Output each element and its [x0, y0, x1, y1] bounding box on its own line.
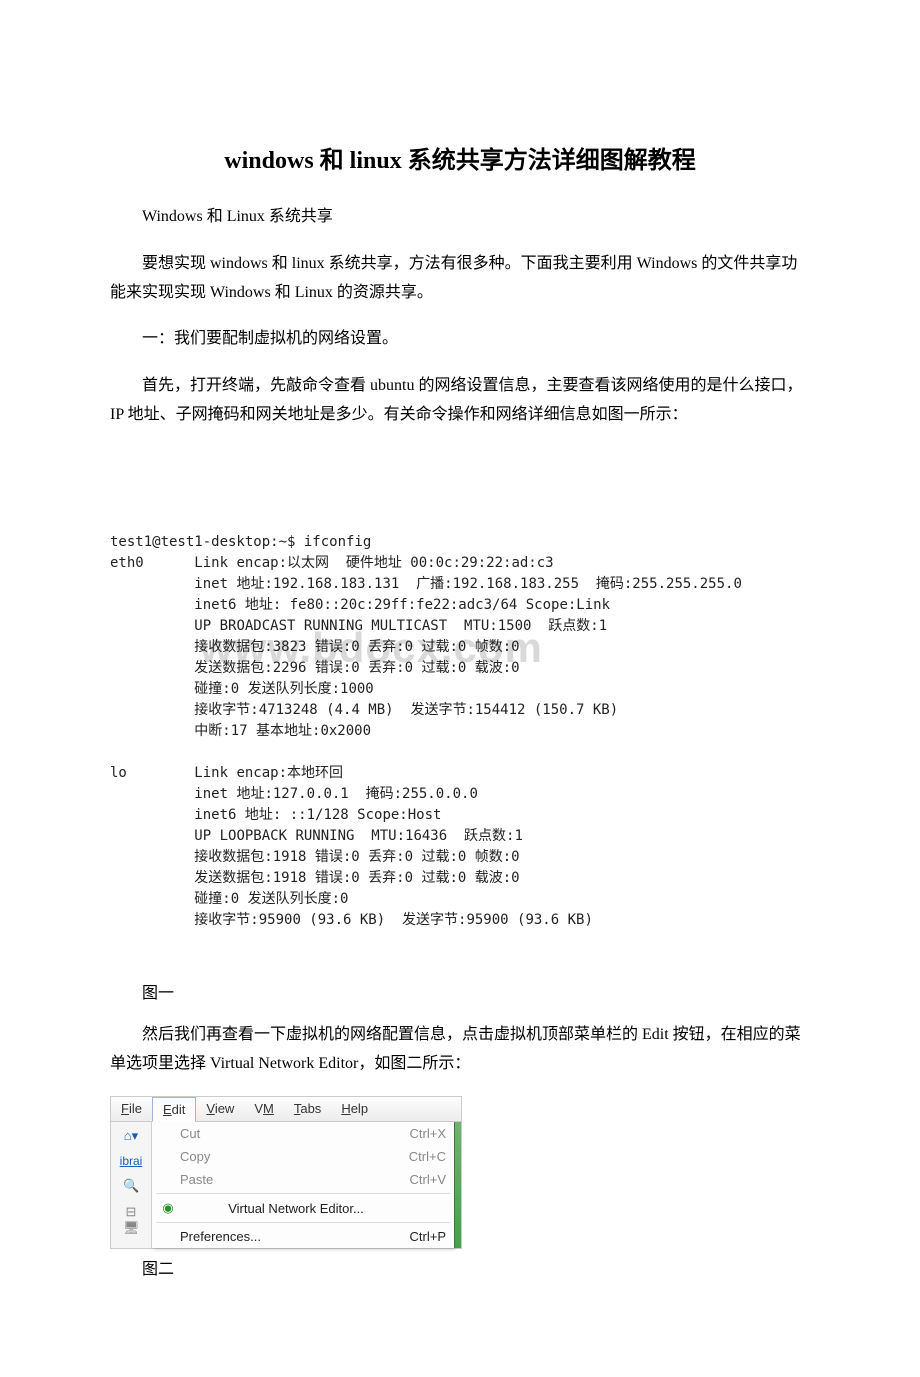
iface-eth0-name: eth0 — [110, 555, 144, 571]
edit-dropdown: Cut Ctrl+X Copy Ctrl+C Paste Ctrl+V ◉ Vi… — [151, 1122, 454, 1248]
menu-item-cut[interactable]: Cut Ctrl+X — [152, 1122, 454, 1145]
menu-separator-2 — [156, 1222, 450, 1223]
menu-vm[interactable]: VMVM — [244, 1097, 284, 1121]
menu-item-preferences[interactable]: Preferences... Ctrl+P — [152, 1225, 454, 1248]
menu-bar: FFileile EditEdit ViewView VMVM TabsTabs… — [111, 1097, 461, 1122]
lo-l6: 发送数据包:1918 错误:0 丢弃:0 过载:0 载波:0 — [194, 870, 519, 886]
menu-item-paste[interactable]: Paste Ctrl+V — [152, 1168, 454, 1191]
lo-l1: Link encap:本地环回 — [194, 765, 343, 781]
menu-edit[interactable]: EditEdit — [152, 1097, 196, 1122]
tree-collapse-icon[interactable]: ⊟ 🖥 — [123, 1204, 139, 1236]
iface-lo-name: lo — [110, 765, 127, 781]
lo-l5: 接收数据包:1918 错误:0 丢弃:0 过载:0 帧数:0 — [194, 849, 519, 865]
lo-l3: inet6 地址: ::1/128 Scope:Host — [194, 807, 441, 823]
eth0-l6: 发送数据包:2296 错误:0 丢弃:0 过载:0 载波:0 — [194, 660, 519, 676]
paragraph-1: 首先，打开终端，先敲命令查看 ubuntu 的网络设置信息，主要查看该网络使用的… — [110, 372, 810, 430]
lo-l7: 碰撞:0 发送队列长度:0 — [194, 891, 348, 907]
lo-l2: inet 地址:127.0.0.1 掩码:255.0.0.0 — [194, 786, 478, 802]
eth0-l2: inet 地址:192.168.183.131 广播:192.168.183.2… — [194, 576, 742, 592]
network-icon: ◉ — [160, 1200, 176, 1216]
eth0-l4: UP BROADCAST RUNNING MULTICAST MTU:1500 … — [194, 618, 607, 634]
intro-line-1: Windows 和 Linux 系统共享 — [110, 203, 810, 232]
page-title: windows 和 linux 系统共享方法详细图解教程 — [110, 140, 810, 175]
eth0-l7: 碰撞:0 发送队列长度:1000 — [194, 681, 373, 697]
home-icon[interactable]: ⌂▾ — [123, 1128, 139, 1144]
library-label: ibrai — [118, 1154, 145, 1168]
terminal-output: www.bdocx.com test1@test1-desktop:~$ ifc… — [110, 448, 810, 973]
lo-l4: UP LOOPBACK RUNNING MTU:16436 跃点数:1 — [194, 828, 523, 844]
menu-separator — [156, 1193, 450, 1194]
vmware-menu-screenshot: FFileile EditEdit ViewView VMVM TabsTabs… — [110, 1096, 462, 1249]
eth0-l9: 中断:17 基本地址:0x2000 — [194, 723, 371, 739]
paragraph-2: 然后我们再查看一下虚拟机的网络配置信息，点击虚拟机顶部菜单栏的 Edit 按钮，… — [110, 1021, 810, 1079]
eth0-l1: Link encap:以太网 硬件地址 00:0c:29:22:ad:c3 — [194, 555, 553, 571]
eth0-l3: inet6 地址: fe80::20c:29ff:fe22:adc3/64 Sc… — [194, 597, 610, 613]
menu-item-copy[interactable]: Copy Ctrl+C — [152, 1145, 454, 1168]
document-page: windows 和 linux 系统共享方法详细图解教程 Windows 和 L… — [0, 0, 920, 1377]
terminal-prompt: test1@test1-desktop:~$ ifconfig — [110, 534, 371, 550]
figure-1-label: 图一 — [110, 979, 810, 1003]
menu-item-virtual-network-editor[interactable]: ◉ Virtual Network Editor... — [152, 1196, 454, 1220]
eth0-l8: 接收字节:4713248 (4.4 MB) 发送字节:154412 (150.7… — [194, 702, 618, 718]
menu-view[interactable]: ViewView — [196, 1097, 244, 1121]
eth0-l5: 接收数据包:3823 错误:0 丢弃:0 过载:0 帧数:0 — [194, 639, 519, 655]
search-icon[interactable]: 🔍 — [123, 1178, 139, 1194]
menu-help[interactable]: HelpHelp — [331, 1097, 378, 1121]
intro-line-2: 要想实现 windows 和 linux 系统共享，方法有很多种。下面我主要利用… — [110, 250, 810, 308]
right-green-edge — [454, 1122, 461, 1248]
menu-tabs[interactable]: TabsTabs — [284, 1097, 331, 1121]
section-heading-1: 一：我们要配制虚拟机的网络设置。 — [110, 325, 810, 354]
lo-l8: 接收字节:95900 (93.6 KB) 发送字节:95900 (93.6 KB… — [194, 912, 593, 928]
figure-2-label: 图二 — [110, 1255, 810, 1279]
menu-file[interactable]: FFileile — [111, 1097, 152, 1121]
toolbar-left: ⌂▾ ibrai 🔍 ⊟ 🖥 — [111, 1122, 151, 1248]
